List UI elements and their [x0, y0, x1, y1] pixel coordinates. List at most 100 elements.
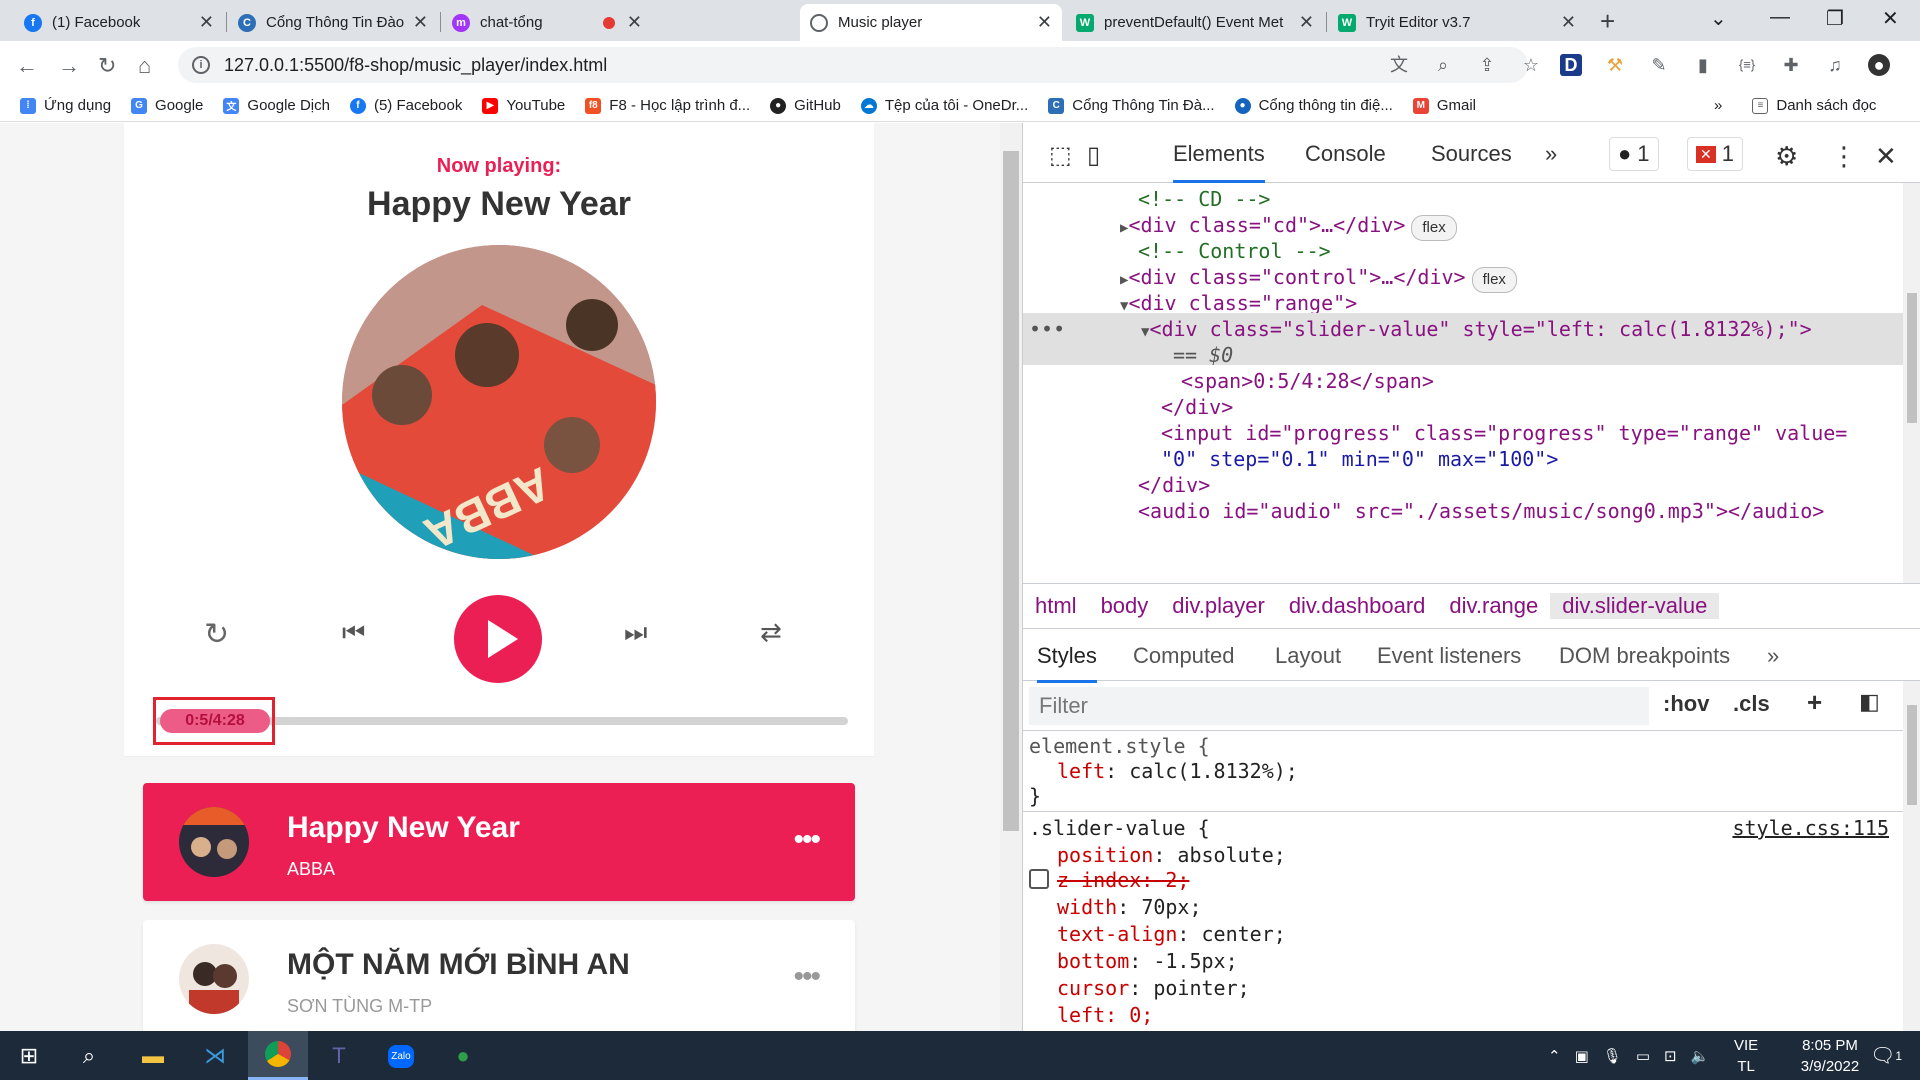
- close-icon[interactable]: ✕: [199, 12, 214, 33]
- menu-kebab-icon[interactable]: ⋮: [1912, 54, 1920, 76]
- tab-computed[interactable]: Computed: [1133, 643, 1235, 669]
- mongodb-icon[interactable]: ●: [446, 1039, 480, 1073]
- tab-styles[interactable]: Styles: [1037, 643, 1097, 683]
- song-item[interactable]: MỘT NĂM MỚI BÌNH AN SƠN TÙNG M-TP •••: [143, 920, 855, 1031]
- clock[interactable]: 8:05 PM 3/9/2022: [1780, 1035, 1880, 1077]
- more-style-tabs-button[interactable]: »: [1767, 643, 1779, 669]
- tab-chat-tong[interactable]: m chat-tổng ✕: [442, 4, 652, 41]
- zoom-icon[interactable]: ⌕: [1432, 54, 1454, 76]
- tab-search-icon[interactable]: ⌄: [1710, 6, 1727, 31]
- extensions-puzzle-icon[interactable]: ✚: [1780, 54, 1802, 76]
- page-scrollbar[interactable]: [1000, 123, 1022, 1031]
- bookmark-google[interactable]: G Google: [131, 97, 203, 114]
- property-toggle-checkbox[interactable]: [1029, 869, 1049, 889]
- maximize-icon[interactable]: ❐: [1826, 6, 1844, 31]
- bookmark-google-translate[interactable]: 文 Google Dịch: [223, 97, 330, 114]
- vscode-icon[interactable]: ⋊: [198, 1039, 232, 1073]
- style-declaration[interactable]: cursor: pointer;: [1057, 975, 1250, 1002]
- extension-picker-icon[interactable]: ✎: [1648, 54, 1670, 76]
- device-icon[interactable]: ▣: [1575, 1047, 1589, 1065]
- issues-badge[interactable]: ● 1: [1609, 137, 1659, 171]
- address-bar[interactable]: i 127.0.0.1:5500/f8-shop/music_player/in…: [178, 47, 1528, 83]
- battery-icon[interactable]: ▭: [1636, 1047, 1650, 1065]
- tab-console[interactable]: Console: [1305, 141, 1386, 167]
- breadcrumb-player[interactable]: div.player: [1160, 593, 1277, 619]
- bookmark-star-icon[interactable]: ☆: [1520, 54, 1542, 76]
- bookmark-f8[interactable]: f8 F8 - Học lập trình đ...: [585, 97, 750, 114]
- song-options-icon[interactable]: •••: [793, 960, 820, 994]
- style-declaration[interactable]: text-align: center;: [1057, 921, 1286, 948]
- shuffle-icon[interactable]: ⇄: [760, 617, 782, 648]
- breadcrumb-body[interactable]: body: [1089, 593, 1161, 619]
- new-style-rule-button[interactable]: +: [1807, 687, 1822, 718]
- settings-gear-icon[interactable]: ⚙: [1775, 141, 1798, 172]
- site-info-icon[interactable]: i: [192, 56, 210, 74]
- teams-icon[interactable]: T: [322, 1039, 356, 1073]
- new-tab-button[interactable]: +: [1600, 6, 1615, 37]
- device-toolbar-icon[interactable]: ▯: [1087, 141, 1100, 170]
- more-tabs-button[interactable]: »: [1545, 141, 1557, 167]
- bookmark-cong-thong-tin-2[interactable]: ● Cổng thông tin điệ...: [1234, 97, 1393, 114]
- bookmark-facebook[interactable]: f (5) Facebook: [349, 97, 462, 114]
- next-icon[interactable]: ⏭: [624, 617, 647, 649]
- input-language[interactable]: VIE TL: [1734, 1035, 1758, 1077]
- tab-music-player[interactable]: Music player ✕: [800, 4, 1062, 41]
- node-actions-icon[interactable]: •••: [1029, 313, 1065, 345]
- tab-cong-thong-tin[interactable]: C Cổng Thông Tin Đào Tạo-Tr ✕: [228, 4, 438, 41]
- close-icon[interactable]: ✕: [1037, 12, 1052, 33]
- play-button[interactable]: [454, 595, 542, 683]
- breadcrumb-slider-value[interactable]: div.slider-value: [1550, 593, 1720, 619]
- share-icon[interactable]: ⇪: [1476, 54, 1498, 76]
- volume-icon[interactable]: 🔈: [1691, 1047, 1710, 1065]
- style-declaration[interactable]: left: calc(1.8132%);: [1057, 758, 1298, 785]
- cls-button[interactable]: .cls: [1733, 691, 1770, 717]
- extension-hammer-icon[interactable]: ⚒: [1604, 54, 1626, 76]
- hov-button[interactable]: :hov: [1663, 691, 1709, 717]
- tab-sources[interactable]: Sources: [1431, 141, 1512, 167]
- home-icon[interactable]: ⌂: [138, 53, 151, 79]
- back-icon[interactable]: ←: [16, 53, 38, 79]
- close-icon[interactable]: ✕: [627, 12, 642, 33]
- network-icon[interactable]: ⊡: [1664, 1047, 1677, 1065]
- windows-start-icon[interactable]: ⊞: [12, 1039, 46, 1073]
- close-devtools-icon[interactable]: ✕: [1875, 141, 1897, 172]
- extension-battery-icon[interactable]: ▮: [1692, 54, 1714, 76]
- tab-facebook[interactable]: f (1) Facebook ✕: [14, 4, 224, 41]
- stylesheet-link[interactable]: style.css:115: [1732, 815, 1889, 842]
- bookmark-cong-thong-tin-1[interactable]: C Cổng Thông Tin Đà...: [1048, 97, 1215, 114]
- dom-node[interactable]: <audio id="audio" src="./assets/music/so…: [1023, 495, 1903, 527]
- tab-event-listeners[interactable]: Event listeners: [1377, 643, 1521, 669]
- tab-tryit-editor[interactable]: W Tryit Editor v3.7 ✕: [1328, 4, 1586, 41]
- bookmarks-more-button[interactable]: »: [1714, 97, 1722, 114]
- reading-list-button[interactable]: ≡ Danh sách đọc: [1752, 97, 1876, 114]
- show-hidden-icons-icon[interactable]: ⌃: [1548, 1047, 1561, 1065]
- errors-badge[interactable]: ✕ 1: [1687, 137, 1743, 171]
- close-window-icon[interactable]: ✕: [1882, 6, 1899, 31]
- microphone-icon[interactable]: 🎙: [1603, 1047, 1622, 1065]
- breadcrumb-range[interactable]: div.range: [1437, 593, 1550, 619]
- bookmark-github[interactable]: ● GitHub: [770, 97, 841, 114]
- tab-dom-breakpoints[interactable]: DOM breakpoints: [1559, 643, 1730, 669]
- close-icon[interactable]: ✕: [1299, 12, 1314, 33]
- avatar[interactable]: ●: [1868, 54, 1890, 76]
- repeat-icon[interactable]: ↻: [204, 617, 229, 652]
- minimize-icon[interactable]: —: [1770, 6, 1790, 29]
- reload-icon[interactable]: ↻: [98, 53, 116, 79]
- media-control-icon[interactable]: ♫: [1824, 54, 1846, 76]
- breadcrumb-dashboard[interactable]: div.dashboard: [1277, 593, 1438, 619]
- style-declaration[interactable]: position: absolute;: [1057, 842, 1286, 869]
- close-icon[interactable]: ✕: [413, 12, 428, 33]
- styles-scrollbar[interactable]: [1903, 681, 1920, 1031]
- style-declaration[interactable]: bottom: -1.5px;: [1057, 948, 1238, 975]
- breadcrumb-html[interactable]: html: [1023, 593, 1089, 619]
- song-item[interactable]: Happy New Year ABBA •••: [143, 783, 855, 901]
- translate-icon[interactable]: 文: [1388, 54, 1410, 76]
- style-declaration-disabled[interactable]: z-index: 2;: [1057, 867, 1189, 894]
- tab-preventdefault[interactable]: W preventDefault() Event Met ✕: [1066, 4, 1324, 41]
- devtools-menu-icon[interactable]: ⋮: [1831, 141, 1857, 172]
- previous-icon[interactable]: ⏮: [342, 617, 365, 649]
- search-icon[interactable]: ⌕: [72, 1039, 106, 1073]
- elements-scrollbar[interactable]: [1903, 183, 1920, 583]
- toggle-sidebar-icon[interactable]: ◧: [1859, 689, 1880, 715]
- tab-elements[interactable]: Elements: [1173, 141, 1265, 183]
